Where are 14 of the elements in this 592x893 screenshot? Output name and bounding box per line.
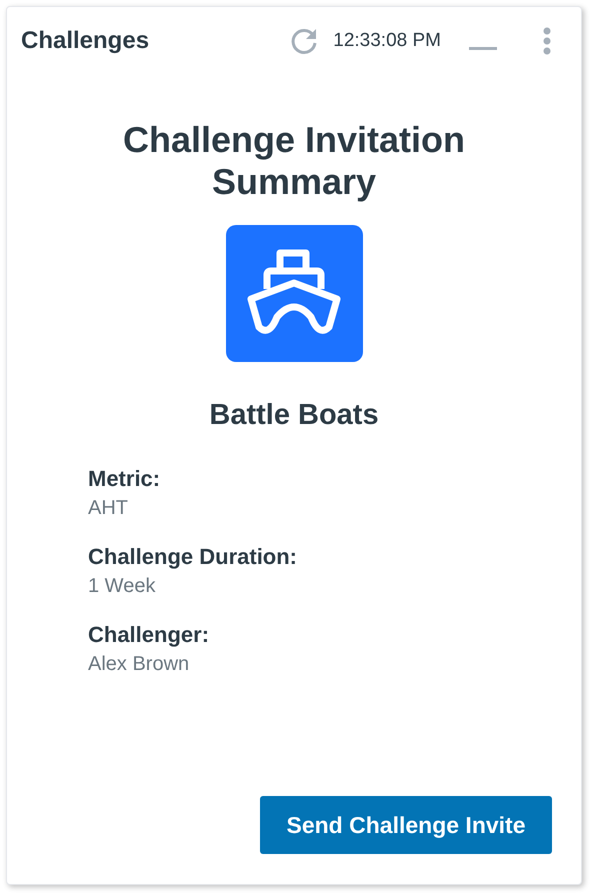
minimize-icon[interactable]: [469, 46, 497, 50]
game-title: Battle Boats: [209, 398, 379, 433]
field-label: Challenger:: [88, 620, 210, 649]
time-text: 12:33:08 PM: [333, 28, 441, 53]
field-label: Metric:: [88, 464, 162, 492]
field-value: Alex Brown: [88, 652, 190, 676]
field-value: 1 Week: [88, 574, 156, 598]
summary-title: Challenge Invitation Summary: [122, 119, 466, 203]
send-invite-button[interactable]: Send Challenge Invite: [260, 796, 552, 854]
field-value: AHT: [88, 496, 129, 520]
refresh-icon[interactable]: [289, 26, 320, 56]
field-label: Challenge Duration:: [88, 542, 298, 571]
more-options-icon[interactable]: [543, 27, 551, 55]
header-title: Challenges: [21, 26, 150, 56]
